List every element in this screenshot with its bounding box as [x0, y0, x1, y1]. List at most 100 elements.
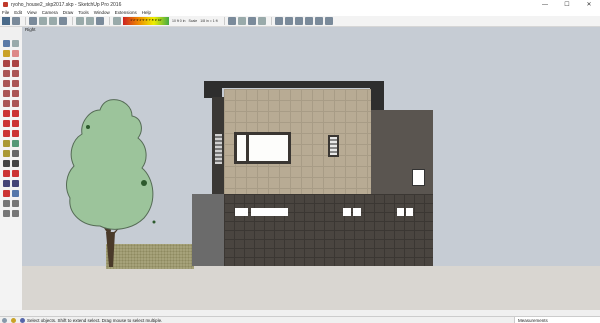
title-bar: ryoho_house2_skp2017.skp - SketchUp Pro … [0, 0, 600, 9]
menu-window[interactable]: Window [94, 10, 110, 15]
section-plane-icon[interactable] [12, 210, 19, 217]
menu-bar: File Edit View Camera Draw Tools Window … [0, 9, 600, 16]
monochrome-icon[interactable] [257, 17, 266, 25]
scale-figure-widget[interactable]: 1' 2' 3' 4' 5' 6' 7' 8' 9' 10' [123, 17, 169, 25]
cut-icon[interactable] [29, 17, 37, 25]
menu-extensions[interactable]: Extensions [115, 10, 137, 15]
redo-icon[interactable] [86, 17, 94, 25]
top-view-icon[interactable] [284, 17, 293, 25]
polygon-icon[interactable] [12, 80, 19, 87]
left-view-icon[interactable] [324, 17, 333, 25]
menu-draw[interactable]: Draw [63, 10, 74, 15]
close-button[interactable]: ✕ [578, 0, 600, 9]
upper-window-glass[interactable] [237, 135, 288, 161]
print-icon[interactable] [96, 17, 104, 25]
lower-window-5[interactable] [397, 208, 404, 216]
model-viewport[interactable]: Right [22, 27, 600, 310]
main-toolbar: 1' 2' 3' 4' 5' 6' 7' 8' 9' 10' 10 ft 0 i… [0, 16, 600, 27]
select-icon[interactable] [3, 40, 10, 47]
arc-icon[interactable] [3, 90, 10, 97]
slat-window[interactable] [215, 134, 222, 164]
back-view-icon[interactable] [314, 17, 323, 25]
toolbar-separator [223, 17, 225, 25]
three-point-arc-icon[interactable] [3, 100, 10, 107]
circle-icon[interactable] [3, 80, 10, 87]
back-edges-icon[interactable] [227, 17, 236, 25]
lower-window-3[interactable] [343, 208, 351, 216]
toolbar-separator [72, 17, 73, 25]
menu-camera[interactable]: Camera [42, 10, 58, 15]
left-tool-palette [0, 40, 22, 310]
lower-window-4[interactable] [353, 208, 361, 216]
menu-tools[interactable]: Tools [78, 10, 89, 15]
measurements-box[interactable]: Measurements [514, 317, 600, 323]
paint-bucket-icon[interactable] [3, 50, 10, 57]
shaded-icon[interactable] [2, 17, 10, 25]
follow-me-icon[interactable] [12, 120, 19, 127]
tree-trunk [106, 232, 115, 267]
push-pull-icon[interactable] [12, 110, 19, 117]
status-bar: Select objects. Shift to extend select. … [0, 316, 600, 323]
eraser-icon[interactable] [12, 50, 19, 57]
walk-icon[interactable] [12, 200, 19, 207]
front-view-icon[interactable] [294, 17, 303, 25]
zoom-extents-icon[interactable] [3, 190, 10, 197]
window-title: ryoho_house2_skp2017.skp - SketchUp Pro … [11, 1, 122, 8]
view-name-label: Right [25, 27, 36, 32]
tree-leaf-dot [152, 220, 156, 224]
3d-text-icon[interactable] [12, 160, 19, 167]
make-component-icon[interactable] [12, 40, 19, 47]
undo-icon[interactable] [76, 17, 84, 25]
measurements-label: Measurements [518, 317, 548, 323]
menu-file[interactable]: File [2, 10, 9, 15]
protractor-icon[interactable] [3, 150, 10, 157]
entry-wall [192, 194, 226, 266]
offset-icon[interactable] [12, 130, 19, 137]
rectangle-icon[interactable] [3, 70, 10, 77]
user-icon [20, 317, 25, 323]
scale-info-2: Scale [188, 19, 198, 23]
small-window[interactable] [330, 137, 337, 155]
scale-icon[interactable] [3, 130, 10, 137]
tape-measure-icon[interactable] [3, 140, 10, 147]
roof-edge-right [370, 88, 384, 110]
previous-view-icon[interactable] [12, 190, 19, 197]
right-view-icon[interactable] [304, 17, 313, 25]
minimize-button[interactable]: — [534, 0, 556, 9]
two-point-arc-icon[interactable] [12, 90, 19, 97]
toolbar-separator [270, 17, 272, 25]
pie-icon[interactable] [12, 100, 19, 107]
move-icon[interactable] [3, 110, 10, 117]
menu-edit[interactable]: Edit [14, 10, 22, 15]
lower-window-6[interactable] [406, 208, 413, 216]
line-icon[interactable] [3, 60, 10, 67]
position-camera-icon[interactable] [3, 200, 10, 207]
menu-view[interactable]: View [27, 10, 37, 15]
rotated-rectangle-icon[interactable] [12, 70, 19, 77]
orbit-icon[interactable] [3, 170, 10, 177]
open-file-icon[interactable] [12, 17, 20, 25]
pan-icon[interactable] [12, 170, 19, 177]
tree-leaf-dot [141, 180, 147, 186]
menu-help[interactable]: Help [142, 10, 151, 15]
rotate-icon[interactable] [3, 120, 10, 127]
iso-view-icon[interactable] [274, 17, 283, 25]
paste-icon[interactable] [49, 17, 57, 25]
freehand-icon[interactable] [12, 60, 19, 67]
status-message: Select objects. Shift to extend select. … [27, 317, 163, 323]
dimension-icon[interactable] [12, 140, 19, 147]
scale-tool-icon[interactable] [113, 17, 121, 25]
copy-icon[interactable] [39, 17, 47, 25]
axes-icon[interactable] [3, 160, 10, 167]
look-around-icon[interactable] [3, 210, 10, 217]
side-window[interactable] [412, 169, 425, 186]
zoom-window-icon[interactable] [12, 180, 19, 187]
lower-window-1[interactable] [235, 208, 248, 216]
shaded-textures-icon[interactable] [247, 17, 256, 25]
text-icon[interactable] [12, 150, 19, 157]
maximize-button[interactable]: ☐ [556, 0, 578, 9]
lower-window-2[interactable] [251, 208, 288, 216]
erase-icon[interactable] [59, 17, 67, 25]
hidden-line-icon[interactable] [237, 17, 246, 25]
zoom-icon[interactable] [3, 180, 10, 187]
